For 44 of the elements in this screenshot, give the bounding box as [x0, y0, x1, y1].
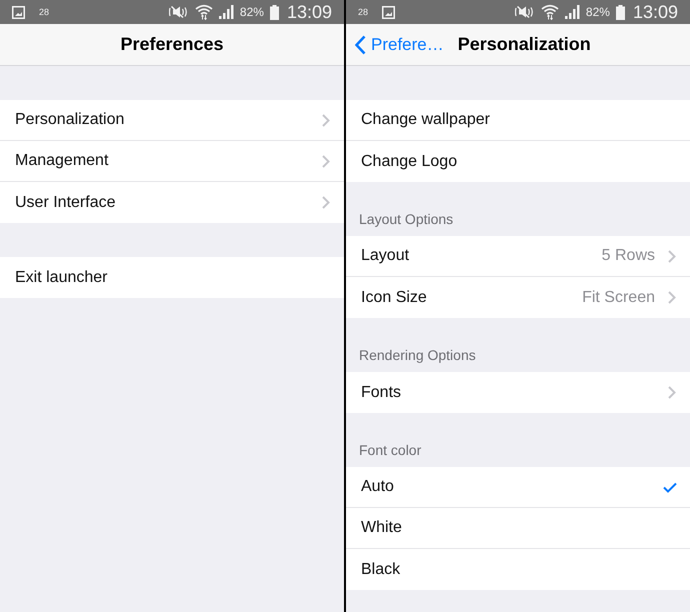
- mute-icon: [168, 5, 189, 19]
- settings-row[interactable]: Fonts: [346, 372, 690, 413]
- chevron-right-icon: [668, 291, 676, 304]
- battery-icon: [616, 4, 625, 20]
- back-label: Prefere…: [371, 36, 444, 53]
- chevron-right-icon: [668, 386, 676, 399]
- settings-row[interactable]: Exit launcher: [0, 257, 344, 298]
- settings-row[interactable]: Layout 5 Rows: [346, 236, 690, 277]
- option-row[interactable]: Black: [346, 549, 690, 590]
- section-header: Font color: [359, 441, 422, 459]
- section-header: Rendering Options: [359, 346, 477, 364]
- notification-count: 28: [39, 8, 50, 16]
- settings-row[interactable]: Icon Size Fit Screen: [346, 277, 690, 318]
- mute-icon: [514, 5, 535, 19]
- settings-row[interactable]: Management: [0, 141, 344, 182]
- option-row[interactable]: Auto: [346, 467, 690, 508]
- wifi-icon: [540, 4, 559, 20]
- settings-row[interactable]: Change Logo: [346, 141, 690, 182]
- battery-icon: [270, 4, 279, 20]
- chevron-right-icon: [668, 250, 676, 262]
- settings-row[interactable]: Change wallpaper: [346, 100, 690, 141]
- screen-title: Personalization: [456, 33, 592, 56]
- status-time: 13:09: [632, 3, 678, 21]
- screen-title: Preferences: [119, 33, 225, 56]
- back-button[interactable]: Prefere…: [355, 34, 444, 54]
- chevron-right-icon: [322, 114, 330, 126]
- signal-icon: [564, 5, 580, 19]
- section-header: Layout Options: [359, 210, 454, 228]
- row-value: Fit Screen: [582, 288, 655, 308]
- battery-percent: 82%: [240, 6, 264, 18]
- status-time: 13:09: [286, 3, 332, 21]
- option-row[interactable]: White: [346, 508, 690, 549]
- picture-icon: [382, 6, 396, 18]
- row-value: 5 Rows: [602, 246, 655, 266]
- signal-icon: [218, 5, 234, 19]
- chevron-right-icon: [322, 196, 330, 209]
- notification-count: 28: [358, 8, 368, 16]
- wifi-icon: [194, 4, 213, 20]
- battery-percent: 82%: [586, 6, 610, 18]
- settings-row[interactable]: Personalization: [0, 100, 344, 141]
- back-chevron-icon: [355, 34, 366, 54]
- chevron-right-icon: [322, 154, 330, 168]
- settings-row[interactable]: User Interface: [0, 182, 344, 223]
- picture-icon: [12, 6, 25, 18]
